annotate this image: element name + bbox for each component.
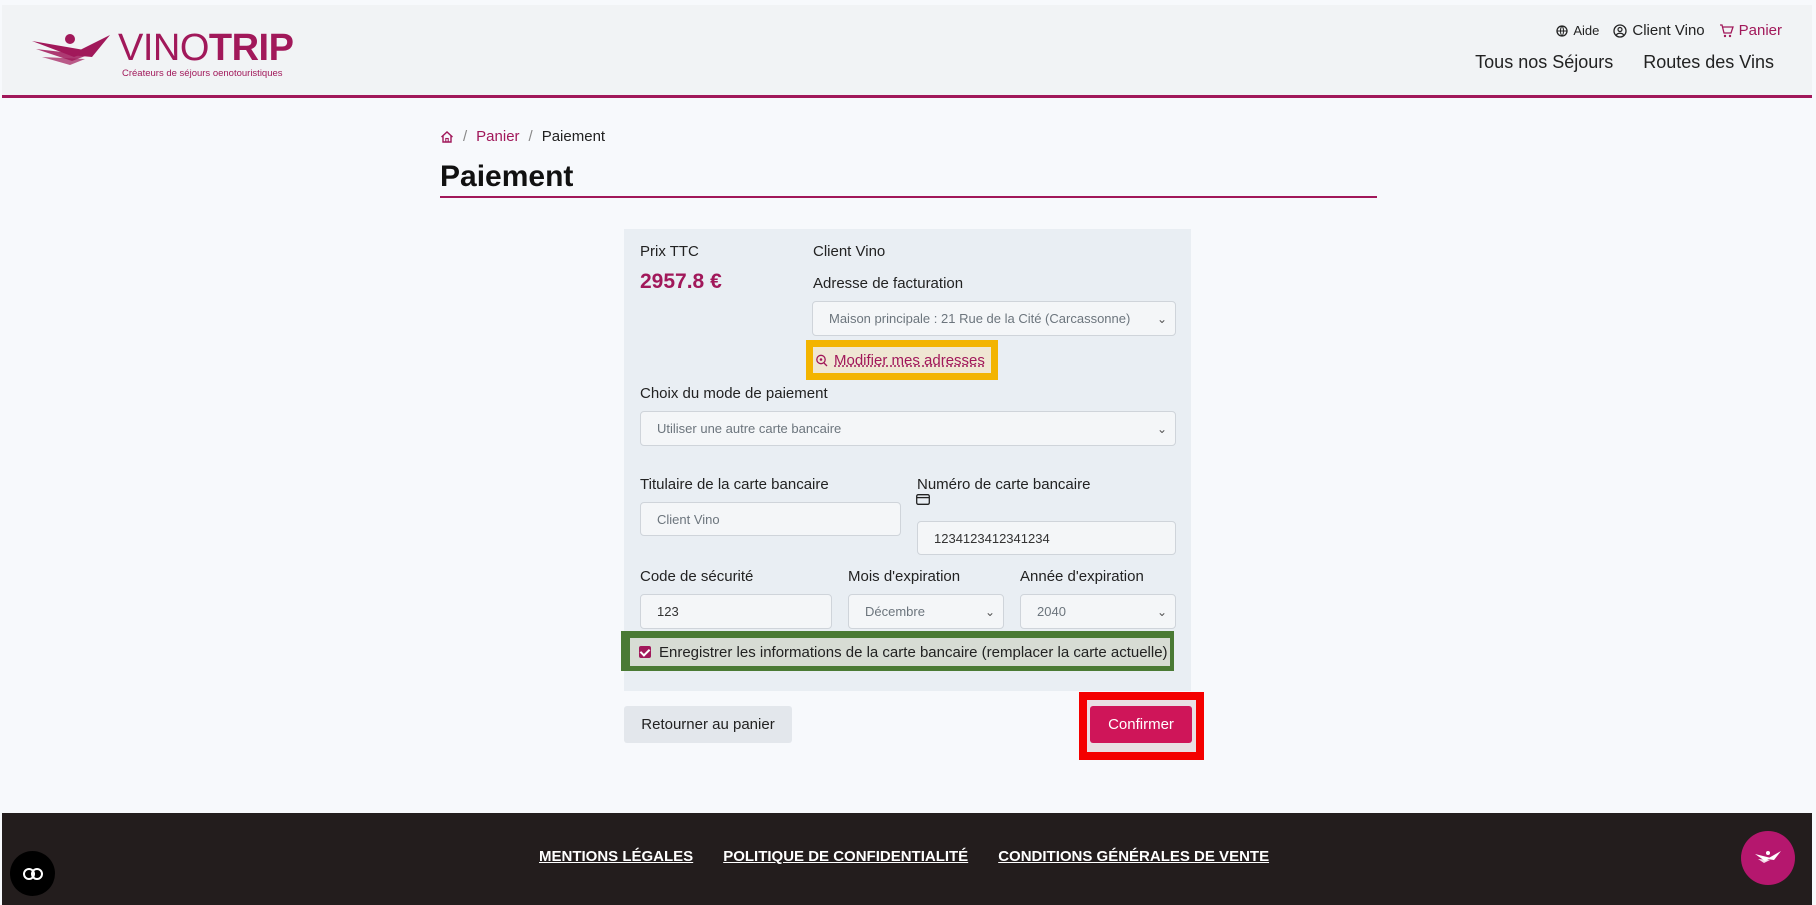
footer-terms-link[interactable]: CONDITIONS GÉNÉRALES DE VENTE	[998, 848, 1269, 865]
vinotrip-bird-icon	[1755, 851, 1781, 863]
card-holder-label: Titulaire de la carte bancaire	[640, 476, 829, 493]
cookie-icon	[22, 867, 43, 880]
chevron-down-icon: ⌄	[1156, 311, 1167, 326]
cvc-value: 123	[657, 604, 679, 619]
price-label: Prix TTC	[640, 243, 699, 260]
chat-button[interactable]	[1741, 831, 1795, 885]
user-circle-icon	[1613, 23, 1628, 38]
billing-label: Adresse de facturation	[813, 275, 964, 292]
month-selected: Décembre	[865, 604, 925, 619]
title-divider	[440, 196, 1377, 198]
footer-legal-link[interactable]: MENTIONS LÉGALES	[539, 848, 693, 865]
cvc-label: Code de sécurité	[640, 568, 754, 585]
logo-tagline: Créateurs de séjours oenotouristiques	[122, 68, 283, 79]
client-name: Client Vino	[813, 243, 886, 260]
modify-addresses-link[interactable]: Modifier mes adresses	[813, 347, 991, 373]
save-card-row[interactable]: Enregistrer les informations de la carte…	[630, 638, 1170, 666]
breadcrumb: / Panier / Paiement	[440, 128, 605, 145]
card-holder-input[interactable]: Client Vino	[640, 502, 901, 536]
cookie-settings-button[interactable]	[10, 851, 55, 896]
top-links: Aide Client Vino Panier	[1556, 22, 1782, 39]
logo-bird-icon	[32, 34, 110, 65]
cart-icon	[1719, 23, 1734, 37]
site-header: VINOTRIP Créateurs de séjours oenotouris…	[2, 5, 1812, 98]
year-select[interactable]: 2040 ⌄	[1020, 594, 1176, 629]
save-card-checkbox[interactable]	[639, 646, 651, 658]
nav-stays[interactable]: Tous nos Séjours	[1475, 52, 1613, 73]
footer-privacy-link[interactable]: POLITIQUE DE CONFIDENTIALITÉ	[723, 848, 968, 865]
breadcrumb-current: Paiement	[541, 128, 606, 145]
save-card-label: Enregistrer les informations de la carte…	[659, 643, 1168, 661]
billing-selected: Maison principale : 21 Rue de la Cité (C…	[829, 311, 1131, 326]
cart-label: Panier	[1738, 22, 1782, 39]
modify-addresses-label: Modifier mes adresses	[834, 351, 985, 369]
back-to-cart-button[interactable]: Retourner au panier	[624, 706, 792, 743]
cart-link[interactable]: Panier	[1719, 22, 1782, 39]
breadcrumb-separator: /	[528, 128, 533, 145]
payment-method-label: Choix du mode de paiement	[640, 385, 828, 402]
help-label: Aide	[1573, 23, 1600, 38]
help-link[interactable]: Aide	[1556, 23, 1599, 38]
card-number-value: 1234123412341234	[934, 530, 1050, 546]
card-number-label: Numéro de carte bancaire	[917, 476, 1091, 493]
account-link[interactable]: Client Vino	[1613, 22, 1705, 39]
payment-method-select[interactable]: Utiliser une autre carte bancaire ⌄	[640, 411, 1176, 446]
breadcrumb-cart[interactable]: Panier	[476, 128, 519, 145]
location-pin-icon	[816, 354, 828, 366]
logo-thin: VINO	[118, 27, 209, 69]
month-label: Mois d'expiration	[848, 568, 961, 585]
card-holder-placeholder: Client Vino	[657, 511, 720, 527]
account-label: Client Vino	[1632, 22, 1705, 39]
chevron-down-icon: ⌄	[1156, 604, 1167, 619]
payment-method-selected: Utiliser une autre carte bancaire	[657, 421, 842, 436]
breadcrumb-separator: /	[463, 128, 468, 145]
confirm-button[interactable]: Confirmer	[1090, 706, 1192, 743]
chevron-down-icon: ⌄	[1156, 421, 1167, 436]
main-nav: Tous nos Séjours Routes des Vins	[1475, 52, 1774, 73]
cvc-input[interactable]: 123	[640, 594, 832, 629]
logo-bold: TRIP	[208, 27, 294, 69]
year-selected: 2040	[1037, 604, 1066, 619]
card-number-input[interactable]: 1234123412341234	[917, 521, 1176, 555]
home-icon[interactable]	[440, 130, 454, 144]
footer-links: MENTIONS LÉGALES POLITIQUE DE CONFIDENTI…	[539, 848, 1269, 865]
month-select[interactable]: Décembre ⌄	[848, 594, 1004, 629]
billing-address-select[interactable]: Maison principale : 21 Rue de la Cité (C…	[812, 301, 1176, 336]
logo-wordmark: VINOTRIP	[118, 27, 294, 70]
vinotrip-logo[interactable]: VINOTRIP Créateurs de séjours oenotouris…	[30, 25, 294, 81]
price-value: 2957.8 €	[640, 270, 722, 293]
page-title: Paiement	[440, 160, 574, 193]
chevron-down-icon: ⌄	[984, 604, 995, 619]
credit-card-icon	[916, 494, 930, 505]
nav-wine-routes[interactable]: Routes des Vins	[1643, 52, 1774, 73]
year-label: Année d'expiration	[1020, 568, 1144, 585]
globe-icon	[1556, 24, 1568, 37]
